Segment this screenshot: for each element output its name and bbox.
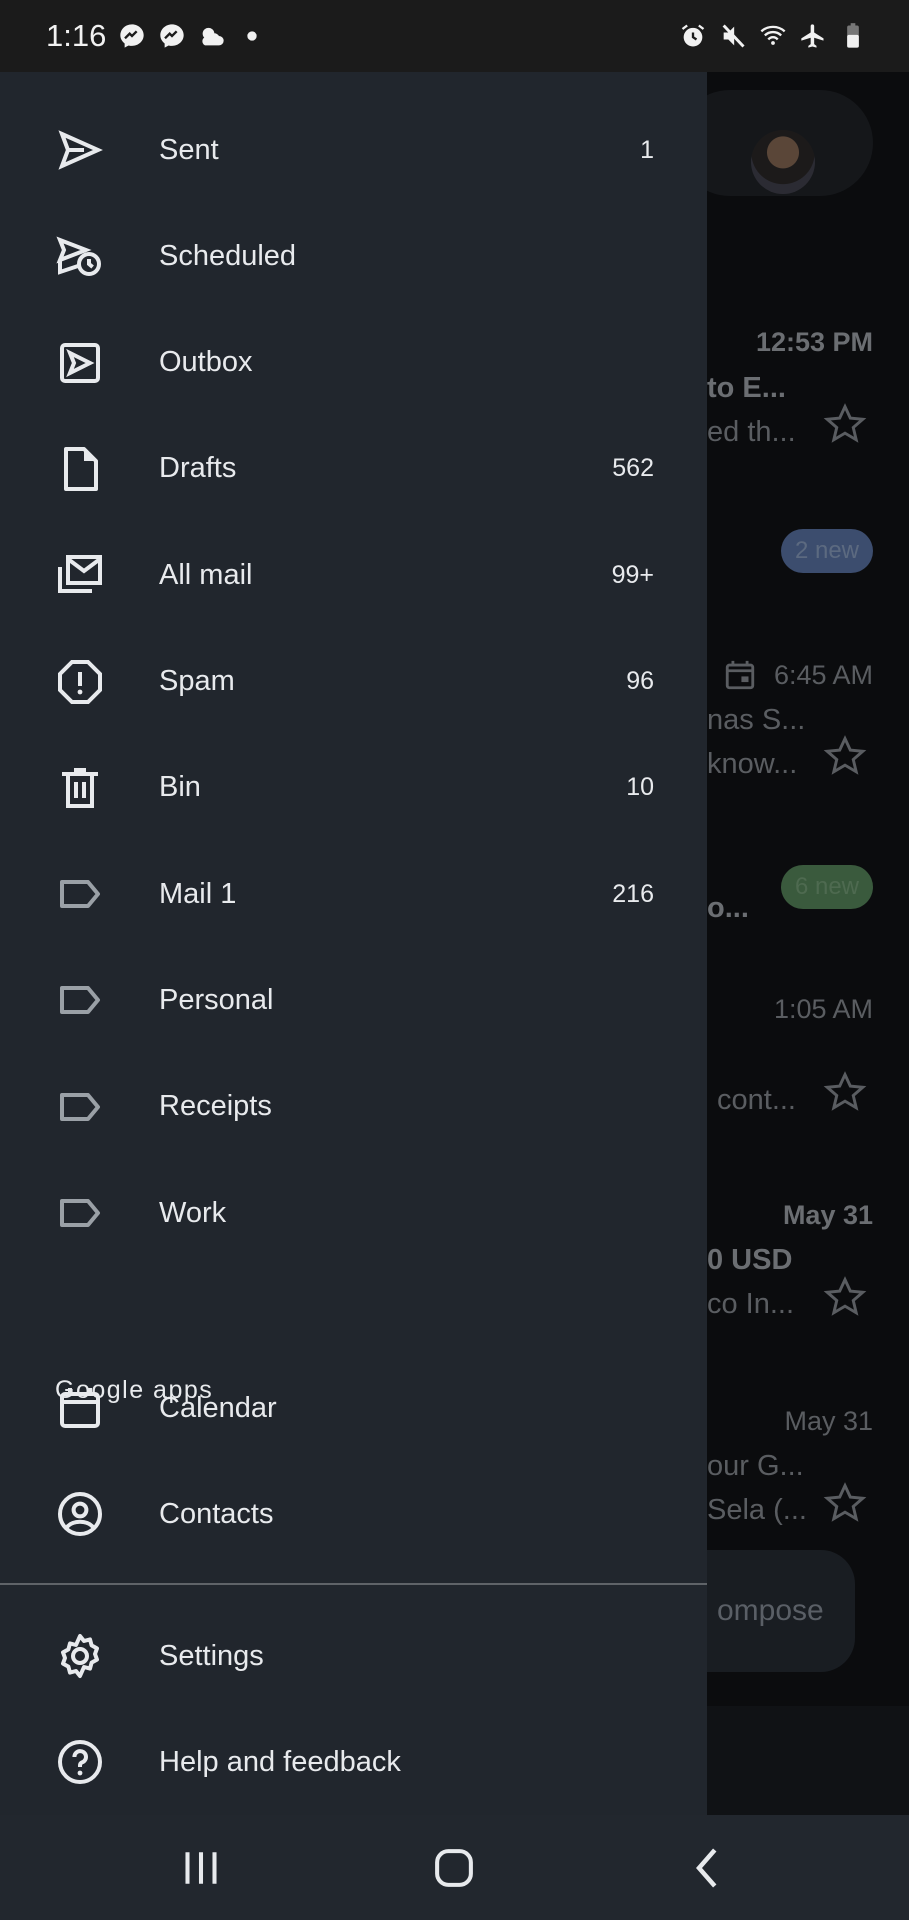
drawer-item-bin[interactable]: Bin 10	[0, 735, 707, 841]
avatar	[751, 130, 815, 194]
new-badge: 2 new	[780, 529, 873, 573]
drawer-item-label: Mail 1	[159, 877, 237, 910]
drawer-item-label: Receipts	[159, 1090, 272, 1123]
calendar-icon	[60, 1388, 100, 1428]
drawer-item-label: Outbox	[159, 346, 253, 379]
email-subject: o...	[707, 892, 749, 924]
status-bar: 1:16	[0, 0, 909, 72]
email-preview: know...	[707, 748, 798, 780]
email-time: May 31	[784, 1406, 873, 1436]
help-icon	[58, 1740, 102, 1785]
alarm-icon	[681, 24, 705, 47]
email-subject: to E...	[707, 372, 786, 404]
spam-icon	[58, 659, 102, 704]
bin-icon	[62, 767, 98, 808]
star-icon	[823, 1071, 867, 1111]
email-subject: our G...	[707, 1450, 804, 1482]
dot-icon	[247, 31, 258, 41]
drawer-item-label: Settings	[159, 1639, 264, 1672]
drawer-item-drafts[interactable]: Drafts 562	[0, 416, 707, 522]
send-icon	[58, 130, 103, 170]
unread-count: 562	[612, 454, 654, 483]
unread-count: 216	[612, 879, 654, 908]
system-nav-bar	[0, 1815, 909, 1920]
back-button[interactable]	[681, 1841, 735, 1895]
drawer-item-label: Contacts	[159, 1497, 274, 1530]
unread-count: 10	[626, 773, 654, 802]
drawer-item-mail-1[interactable]: Mail 1 216	[0, 841, 707, 947]
star-icon	[823, 1482, 867, 1522]
messenger-icon	[160, 24, 185, 48]
mute-icon	[722, 24, 745, 48]
inbox-background: 12:53 PM to E... ed th... 2 new 6:45 AM …	[707, 72, 909, 1815]
battery-icon	[847, 23, 859, 48]
unread-count: 1	[640, 135, 654, 164]
drawer-item-label: Spam	[159, 665, 235, 697]
drawer-item-label: Help and feedback	[159, 1745, 401, 1778]
drawer-item-scheduled[interactable]: Scheduled	[0, 203, 707, 309]
email-time: 6:45 AM	[773, 660, 873, 690]
calendar-event-icon	[725, 660, 755, 690]
drawer-item-label: Work	[159, 1196, 227, 1229]
draft-icon	[64, 446, 98, 491]
all-mail-icon	[58, 555, 102, 594]
drawer-item-calendar[interactable]: Calendar	[0, 1355, 707, 1461]
drawer-item-outbox[interactable]: Outbox	[0, 310, 707, 416]
label-icon	[60, 986, 100, 1015]
gear-icon	[61, 1634, 99, 1678]
contacts-icon	[58, 1492, 102, 1537]
drawer-item-settings[interactable]: Settings	[0, 1603, 707, 1709]
unread-count: 96	[626, 667, 654, 695]
email-preview: co In...	[707, 1288, 795, 1320]
unread-count: 99+	[611, 560, 654, 589]
label-icon	[60, 880, 100, 909]
star-icon	[823, 1276, 867, 1316]
drawer-item-label: Calendar	[159, 1391, 277, 1424]
email-time: 12:53 PM	[755, 327, 873, 357]
drawer-item-personal[interactable]: Personal	[0, 947, 707, 1053]
scheduled-send-icon	[56, 236, 101, 277]
drawer-item-help-and-feedback[interactable]: Help and feedback	[0, 1709, 707, 1815]
navigation-drawer: Sent 1 Scheduled Outbox Drafts 562 All mai…	[0, 72, 707, 1815]
clock: 1:16	[46, 18, 107, 53]
drawer-item-contacts[interactable]: Contacts	[0, 1461, 707, 1567]
drawer-item-spam[interactable]: Spam 96	[0, 629, 707, 735]
recents-button[interactable]	[174, 1841, 228, 1895]
email-preview: cont...	[717, 1084, 796, 1116]
email-subject: nas S...	[707, 704, 806, 736]
drawer-item-sent[interactable]: Sent 1	[0, 97, 707, 203]
drawer-item-label: Bin	[159, 771, 201, 804]
new-badge: 6 new	[780, 865, 873, 909]
airplane-icon	[801, 24, 824, 48]
label-icon	[60, 1092, 100, 1121]
drawer-item-label: Sent	[159, 133, 219, 166]
label-icon	[60, 1199, 100, 1227]
email-time: May 31	[782, 1200, 873, 1230]
drawer-item-work[interactable]: Work	[0, 1160, 707, 1266]
email-preview: ed th...	[707, 416, 796, 448]
drawer-item-all-mail[interactable]: All mail 99+	[0, 522, 707, 628]
divider	[0, 1583, 707, 1585]
star-icon	[823, 403, 867, 443]
wifi-icon	[760, 25, 786, 45]
messenger-icon	[120, 24, 145, 48]
bottom-bar	[707, 1706, 909, 1815]
star-icon	[823, 735, 867, 775]
email-preview: Sela (...	[707, 1494, 807, 1526]
email-subject: 0 USD	[707, 1244, 793, 1276]
outbox-icon	[60, 342, 100, 383]
email-time: 1:05 AM	[773, 994, 873, 1024]
compose-button: ompose	[707, 1550, 855, 1672]
drawer-item-label: Drafts	[159, 452, 237, 485]
drawer-item-label: All mail	[159, 558, 253, 591]
home-button[interactable]	[427, 1841, 481, 1895]
search-bar	[707, 90, 873, 196]
drawer-item-label: Scheduled	[159, 239, 297, 272]
weather-icon	[202, 27, 225, 46]
drawer-item-receipts[interactable]: Receipts	[0, 1054, 707, 1160]
drawer-item-label: Personal	[159, 983, 274, 1016]
